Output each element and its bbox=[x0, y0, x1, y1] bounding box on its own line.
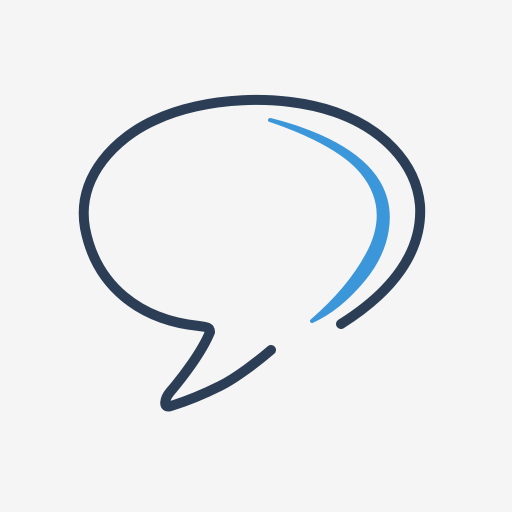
icon-background bbox=[0, 0, 512, 512]
icon-canvas bbox=[0, 0, 512, 512]
speech-bubble-icon bbox=[0, 0, 512, 512]
